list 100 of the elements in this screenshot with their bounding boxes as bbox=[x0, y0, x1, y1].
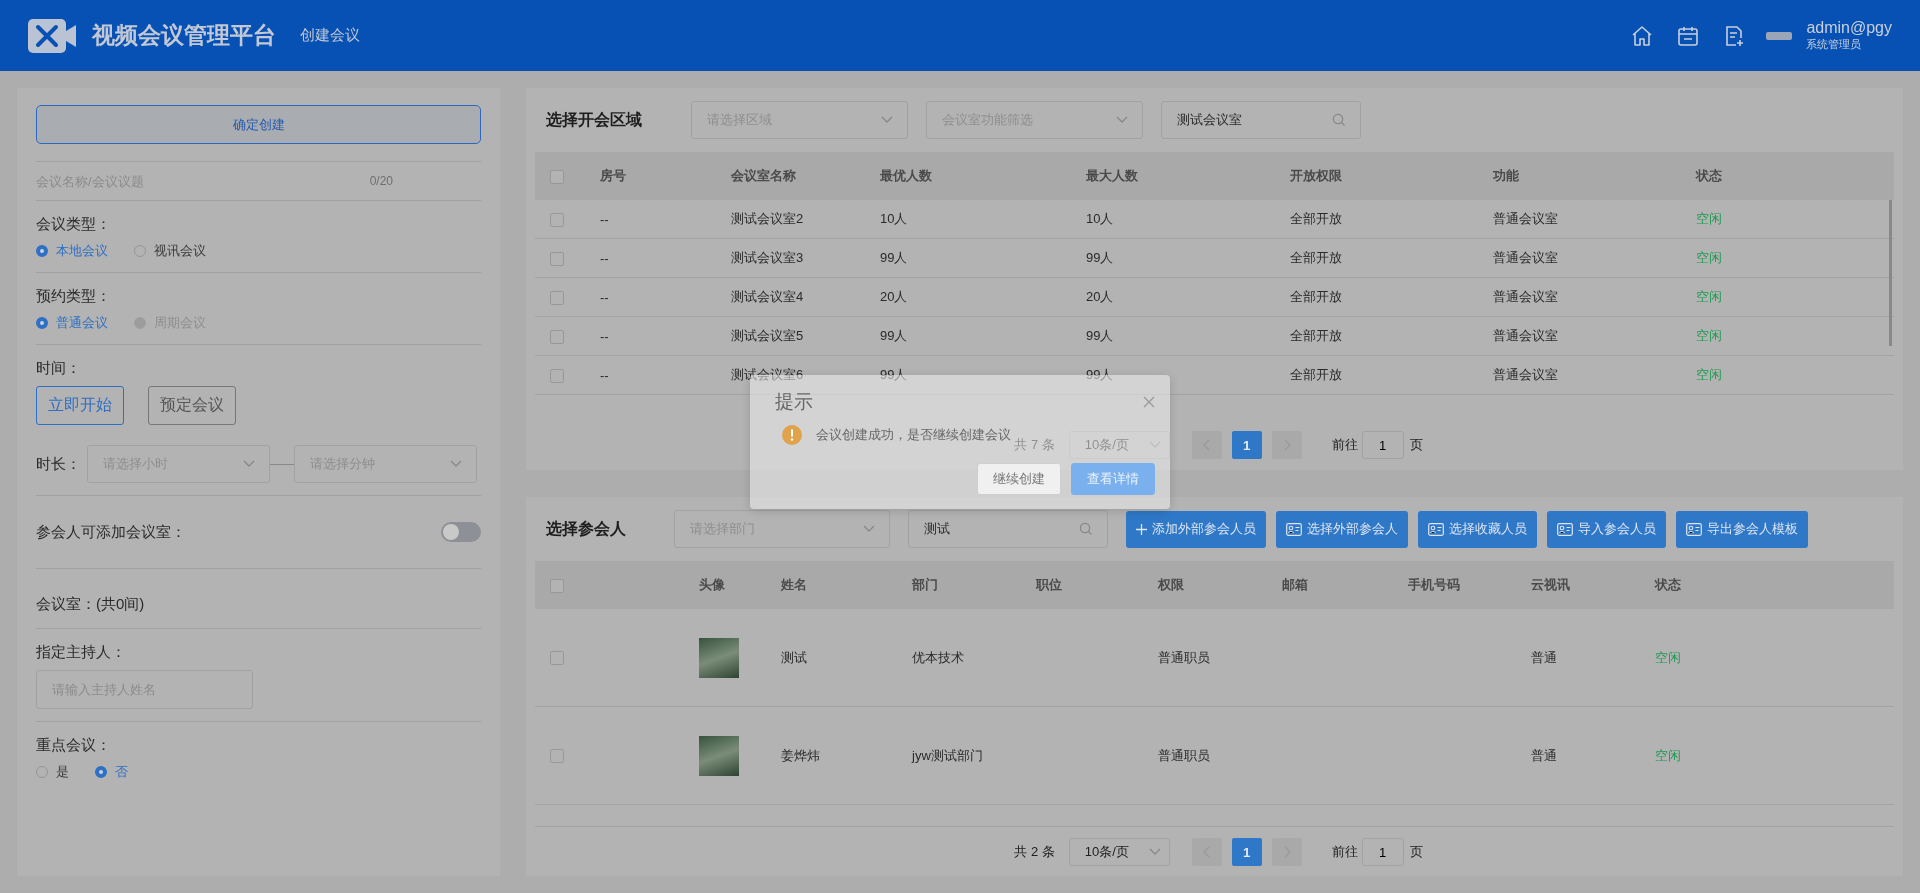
warning-icon bbox=[782, 425, 802, 445]
radio-option[interactable]: 本地会议 bbox=[36, 242, 108, 260]
user-name[interactable]: admin@pgy bbox=[1806, 19, 1892, 37]
checkbox[interactable] bbox=[550, 290, 564, 305]
checkbox[interactable] bbox=[550, 578, 564, 593]
column-header: 云视讯 bbox=[1531, 576, 1570, 594]
field-label: 预约类型： bbox=[36, 287, 112, 306]
toggle-switch[interactable] bbox=[441, 522, 481, 542]
action-button[interactable]: 导入参会人员 bbox=[1547, 510, 1666, 548]
previous-page-button[interactable] bbox=[1191, 431, 1222, 459]
id-card-icon bbox=[1557, 522, 1573, 536]
action-button[interactable]: 选择外部参会人 bbox=[1276, 510, 1408, 548]
goto-page-field[interactable]: 1 bbox=[1361, 431, 1404, 459]
column-header: 开放权限 bbox=[1290, 167, 1342, 185]
page-unit: 页 bbox=[1409, 436, 1423, 454]
checkbox[interactable] bbox=[550, 749, 564, 764]
participant-search-field[interactable]: 测试 bbox=[908, 510, 1108, 548]
table-cell: 99人 bbox=[1086, 366, 1114, 384]
column-header: 状态 bbox=[1655, 576, 1681, 594]
table-cell: 全部开放 bbox=[1290, 288, 1342, 306]
page-number[interactable]: 1 bbox=[1231, 838, 1262, 866]
action-button[interactable]: 导出参会人模板 bbox=[1676, 510, 1808, 548]
column-header: 最优人数 bbox=[880, 167, 932, 185]
column-header: 职位 bbox=[1036, 576, 1062, 594]
chevron-down-icon bbox=[1116, 116, 1128, 124]
column-header: 姓名 bbox=[781, 576, 807, 594]
field-label: 参会人可添加会议室： bbox=[36, 522, 186, 542]
table-cell: 姜烨炜 bbox=[781, 747, 820, 763]
column-header: 会议室名称 bbox=[731, 167, 796, 185]
table-cell: 空闲 bbox=[1696, 366, 1722, 384]
id-card-icon bbox=[1428, 522, 1444, 536]
room-search-field[interactable]: 测试会议室 bbox=[1161, 101, 1361, 139]
next-page-button[interactable] bbox=[1271, 838, 1302, 866]
action-button[interactable]: 选择收藏人员 bbox=[1418, 510, 1537, 548]
checkbox[interactable] bbox=[550, 368, 564, 383]
confirm-create-button[interactable]: 确定创建 bbox=[36, 105, 481, 144]
search-icon bbox=[1332, 113, 1346, 127]
time-option-button[interactable]: 立即开始 bbox=[36, 386, 124, 425]
table-cell: -- bbox=[600, 211, 609, 227]
table-cell: 99人 bbox=[1086, 249, 1114, 267]
section-title: 选择参会人 bbox=[546, 518, 627, 539]
goto-page-field[interactable]: 1 bbox=[1361, 838, 1404, 866]
table-cell: 测试会议室6 bbox=[731, 366, 804, 384]
total-count: 共 2 条 bbox=[1014, 843, 1055, 861]
table-cell: 普通职员 bbox=[1158, 649, 1210, 665]
table-cell: 20人 bbox=[880, 288, 908, 306]
table-cell: 全部开放 bbox=[1290, 366, 1342, 384]
table-cell: 全部开放 bbox=[1290, 327, 1342, 345]
table-cell: 普通会议室 bbox=[1493, 327, 1558, 345]
next-page-button[interactable] bbox=[1271, 431, 1302, 459]
table-cell: jyw测试部门 bbox=[912, 747, 983, 763]
dialog-button[interactable]: 查看详情 bbox=[1071, 463, 1155, 495]
table-cell: 空闲 bbox=[1655, 747, 1681, 763]
character-counter: 0/20 bbox=[369, 174, 393, 188]
table-cell: 99人 bbox=[880, 366, 908, 384]
previous-page-button[interactable] bbox=[1191, 838, 1222, 866]
page-number[interactable]: 1 bbox=[1231, 431, 1262, 459]
checkbox[interactable] bbox=[550, 169, 564, 184]
chevron-down-icon bbox=[1148, 848, 1161, 856]
id-card-icon bbox=[1686, 522, 1702, 536]
radio-option[interactable]: 否 bbox=[95, 763, 128, 781]
close-icon[interactable] bbox=[1143, 396, 1155, 408]
table-cell: 20人 bbox=[1086, 288, 1114, 306]
table-cell: 10人 bbox=[880, 210, 908, 228]
table-cell: 普通会议室 bbox=[1493, 210, 1558, 228]
goto-label: 前往 bbox=[1331, 843, 1358, 861]
checkbox[interactable] bbox=[550, 329, 564, 344]
field-label: 重点会议： bbox=[36, 736, 112, 755]
table-cell: -- bbox=[600, 367, 609, 383]
table-cell: 10人 bbox=[1086, 210, 1114, 228]
app-title: 视频会议管理平台 bbox=[92, 21, 276, 50]
column-header: 状态 bbox=[1696, 167, 1722, 185]
chevron-down-icon bbox=[243, 460, 255, 468]
time-option-button[interactable]: 预定会议 bbox=[148, 386, 236, 425]
table-cell: 99人 bbox=[880, 327, 908, 345]
column-header: 邮箱 bbox=[1282, 576, 1308, 594]
radio-option[interactable]: 是 bbox=[36, 763, 69, 781]
page-title: 创建会议 bbox=[300, 26, 360, 45]
dialog-button[interactable]: 继续创建 bbox=[977, 463, 1061, 495]
goto-label: 前往 bbox=[1331, 436, 1358, 454]
page-size-select[interactable]: 10条/页 bbox=[1068, 838, 1170, 866]
section-title: 选择开会区域 bbox=[546, 109, 643, 130]
column-header: 最大人数 bbox=[1086, 167, 1138, 185]
chevron-down-icon bbox=[881, 116, 893, 124]
table-cell: 测试会议室2 bbox=[731, 210, 804, 228]
id-card-icon bbox=[1286, 522, 1302, 536]
table-cell: 优本技术 bbox=[912, 649, 964, 665]
page-size-select[interactable]: 10条/页 bbox=[1068, 431, 1170, 459]
field-label: 时长： bbox=[36, 454, 81, 474]
action-button[interactable]: 添加外部参会人员 bbox=[1126, 510, 1266, 548]
checkbox[interactable] bbox=[550, 251, 564, 266]
checkbox[interactable] bbox=[550, 651, 564, 666]
radio-option[interactable]: 视讯会议 bbox=[134, 242, 206, 260]
radio-option[interactable]: 普通会议 bbox=[36, 314, 108, 332]
photo-placeholder bbox=[699, 735, 739, 776]
table-cell: 普通会议室 bbox=[1493, 366, 1558, 384]
column-header: 手机号码 bbox=[1408, 576, 1460, 594]
checkbox[interactable] bbox=[550, 212, 564, 227]
table-cell: 空闲 bbox=[1696, 327, 1722, 345]
table-cell: 全部开放 bbox=[1290, 210, 1342, 228]
